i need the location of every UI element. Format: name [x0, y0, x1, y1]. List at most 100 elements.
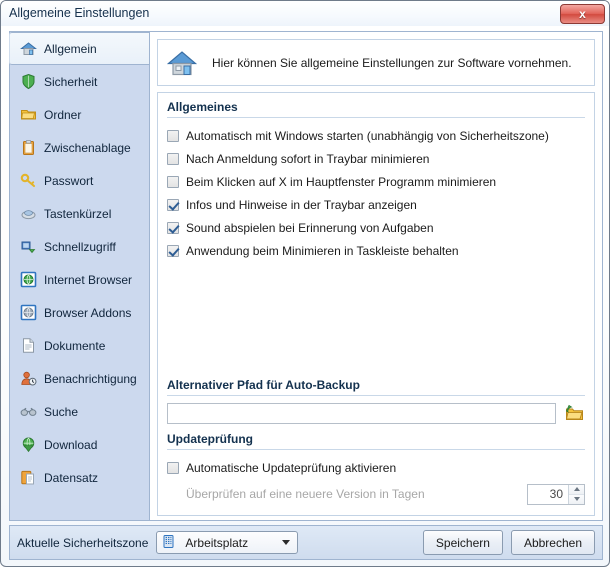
checkbox-label: Beim Klicken auf X im Hauptfenster Progr… [186, 174, 497, 189]
sidebar-item-passwort[interactable]: Passwort [10, 164, 149, 197]
checkbox-box[interactable] [167, 461, 179, 474]
divider [167, 395, 585, 396]
sidebar-item-zwischenablage[interactable]: Zwischenablage [10, 131, 149, 164]
checkbox-box[interactable] [167, 129, 179, 142]
info-banner: Hier können Sie allgemeine Einstellungen… [157, 39, 595, 86]
sidebar-item-label: Browser Addons [44, 305, 132, 320]
checkbox-box[interactable] [167, 175, 179, 188]
sidebar-item-suche[interactable]: Suche [10, 395, 149, 428]
checkbox-label: Automatisch mit Windows starten (unabhän… [186, 128, 549, 143]
sidebar-item-sicherheit[interactable]: Sicherheit [10, 65, 149, 98]
sidebar-item-label: Ordner [44, 107, 82, 122]
checkbox-label: Nach Anmeldung sofort in Traybar minimie… [186, 151, 430, 166]
checkbox-minimize-on-close[interactable]: Beim Klicken auf X im Hauptfenster Progr… [167, 170, 585, 193]
sidebar-item-label: Allgemein [44, 41, 97, 56]
sidebar-item-ordner[interactable]: Ordner [10, 98, 149, 131]
user-clock-icon [20, 370, 37, 387]
content-panel: Hier können Sie allgemeine Einstellungen… [149, 31, 603, 521]
folder-icon [20, 106, 37, 123]
update-interval-stepper[interactable]: 30 [527, 483, 585, 505]
divider [167, 449, 585, 450]
stepper-increment-button[interactable] [569, 484, 584, 495]
stepper-decrement-button[interactable] [569, 494, 584, 504]
checkbox-tray-notifications[interactable]: Infos und Hinweise in der Traybar anzeig… [167, 193, 585, 216]
sidebar-item-browser-addons[interactable]: Browser Addons [10, 296, 149, 329]
sidebar-item-internet-browser[interactable]: Internet Browser [10, 263, 149, 296]
update-group-title: Updateprüfung [167, 432, 253, 446]
cancel-button[interactable]: Abbrechen [510, 530, 595, 555]
update-interval-row: Überprüfen auf eine neuere Version in Ta… [167, 481, 585, 507]
keyboard-icon [20, 205, 37, 222]
dialog-buttons: Speichern Abbrechen [422, 530, 595, 555]
settings-dialog: Allgemeine Einstellungen x Allgemein Sic… [0, 0, 610, 567]
checkbox-sound-reminder[interactable]: Sound abspielen bei Erinnerung von Aufga… [167, 216, 585, 239]
security-zone-label: Aktuelle Sicherheitszone [17, 535, 149, 550]
clipboard-icon [20, 139, 37, 156]
general-group-title: Allgemeines [167, 100, 238, 114]
info-banner-text: Hier können Sie allgemeine Einstellungen… [212, 55, 572, 70]
browse-folder-button[interactable] [563, 402, 585, 424]
security-zone-value: Arbeitsplatz [185, 535, 249, 550]
backup-path-row [167, 402, 585, 424]
sidebar-item-tastenkuerzel[interactable]: Tastenkürzel [10, 197, 149, 230]
sidebar-item-label: Zwischenablage [44, 140, 131, 155]
sidebar-item-label: Sicherheit [44, 74, 98, 89]
chevron-down-icon [573, 497, 580, 501]
save-button[interactable]: Speichern [422, 530, 503, 555]
update-interval-value: 30 [549, 487, 563, 501]
checkbox-label: Anwendung beim Minimieren in Taskleiste … [186, 243, 459, 258]
sidebar-item-label: Download [44, 437, 98, 452]
sidebar-item-label: Benachrichtigung [44, 371, 137, 386]
chevron-up-icon [573, 487, 580, 491]
checkbox-keep-in-taskbar[interactable]: Anwendung beim Minimieren in Taskleiste … [167, 239, 585, 262]
sidebar-item-label: Tastenkürzel [44, 206, 112, 221]
backup-group-title: Alternativer Pfad für Auto-Backup [167, 378, 360, 392]
checkbox-label: Automatische Updateprüfung aktivieren [186, 460, 397, 475]
home-large-icon [166, 47, 198, 79]
home-icon [20, 40, 37, 57]
bottom-bar: Aktuelle Sicherheitszone Arbeitsplatz Sp… [9, 525, 603, 560]
window-title: Allgemeine Einstellungen [9, 6, 150, 20]
globe-window-icon [20, 271, 37, 288]
sidebar-item-download[interactable]: Download [10, 428, 149, 461]
checkbox-auto-update[interactable]: Automatische Updateprüfung aktivieren [167, 456, 585, 479]
sidebar-item-label: Passwort [44, 173, 94, 188]
checkbox-box[interactable] [167, 198, 179, 211]
checkbox-label: Infos und Hinweise in der Traybar anzeig… [186, 197, 417, 212]
sidebar-item-label: Dokumente [44, 338, 106, 353]
chevron-down-icon [282, 540, 291, 545]
open-folder-icon [565, 404, 584, 423]
security-zone-dropdown[interactable]: Arbeitsplatz [156, 531, 299, 554]
computer-icon [161, 534, 178, 551]
general-group: Allgemeines Automatisch mit Windows star… [157, 92, 595, 516]
sidebar-item-label: Datensatz [44, 470, 99, 485]
binoculars-icon [20, 403, 37, 420]
dataset-icon [20, 469, 37, 486]
title-bar: Allgemeine Einstellungen x [1, 1, 609, 26]
checkbox-box[interactable] [167, 152, 179, 165]
backup-path-input[interactable] [167, 402, 556, 424]
sidebar: Allgemein Sicherheit Ordner Zwischenabla… [9, 31, 150, 521]
sidebar-item-label: Schnellzugriff [44, 239, 116, 254]
sidebar-item-allgemein[interactable]: Allgemein [9, 32, 150, 65]
checkbox-minimize-after-login[interactable]: Nach Anmeldung sofort in Traybar minimie… [167, 147, 585, 170]
checkbox-label: Sound abspielen bei Erinnerung von Aufga… [186, 220, 434, 235]
divider [167, 117, 585, 118]
checkbox-box[interactable] [167, 244, 179, 257]
shield-icon [20, 73, 37, 90]
update-interval-label: Überprüfen auf eine neuere Version in Ta… [186, 487, 425, 501]
close-button[interactable]: x [560, 4, 605, 24]
sidebar-item-label: Suche [44, 404, 79, 419]
sidebar-item-benachrichtigung[interactable]: Benachrichtigung [10, 362, 149, 395]
addons-globe-icon [20, 304, 37, 321]
sidebar-item-dokumente[interactable]: Dokumente [10, 329, 149, 362]
key-icon [20, 172, 37, 189]
checkbox-box[interactable] [167, 221, 179, 234]
sidebar-item-datensatz[interactable]: Datensatz [10, 461, 149, 494]
sidebar-item-label: Internet Browser [44, 272, 133, 287]
sidebar-item-schnellzugriff[interactable]: Schnellzugriff [10, 230, 149, 263]
stepper-buttons [568, 484, 584, 504]
checkbox-autostart[interactable]: Automatisch mit Windows starten (unabhän… [167, 124, 585, 147]
